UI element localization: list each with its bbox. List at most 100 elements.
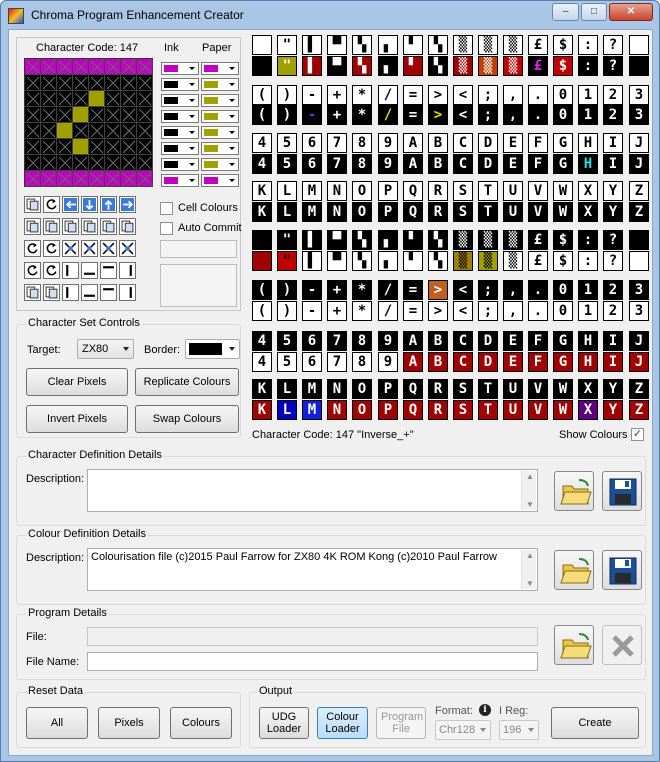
paper-colour-select[interactable] [201, 110, 239, 123]
pixel-cell[interactable] [121, 171, 137, 187]
charset-cell[interactable]: T [478, 181, 498, 201]
charset-cell[interactable]: 0 [553, 85, 573, 105]
charset-cell[interactable] [252, 230, 272, 250]
create-button[interactable]: Create [551, 707, 639, 739]
line-right-icon[interactable] [119, 284, 136, 301]
charset-cell[interactable]: ▖ [378, 230, 398, 250]
charset-cell[interactable]: : [578, 35, 598, 55]
charset-cell[interactable]: ▚ [428, 35, 448, 55]
charset-cell[interactable]: = [403, 105, 423, 125]
charset-cell[interactable]: L [277, 400, 297, 420]
pixel-cell[interactable] [121, 75, 137, 91]
charset-cell[interactable]: ▒ [453, 251, 473, 271]
charset-cell[interactable]: 1 [578, 280, 598, 300]
redo-icon[interactable] [43, 262, 60, 279]
charset-cell[interactable]: : [578, 56, 598, 76]
pixel-cell[interactable] [137, 139, 153, 155]
charset-cell[interactable]: H [578, 331, 598, 351]
charset-cell[interactable]: * [352, 85, 372, 105]
pixel-cell[interactable] [57, 155, 73, 171]
charset-cell[interactable]: ▌ [302, 230, 322, 250]
save-icon[interactable] [602, 550, 642, 590]
charset-cell[interactable]: ▚ [428, 56, 448, 76]
charset-cell[interactable]: ▚ [352, 56, 372, 76]
charset-cell[interactable]: ▒ [453, 56, 473, 76]
colour-desc-scrollbar[interactable]: ▲ ▼ [521, 550, 536, 589]
charset-cell[interactable]: P [378, 202, 398, 222]
charset-cell[interactable]: ▚ [352, 230, 372, 250]
charset-cell[interactable]: 2 [603, 301, 623, 321]
charset-cell[interactable]: ▒ [478, 56, 498, 76]
charset-cell[interactable]: 8 [352, 154, 372, 174]
shift-down-right-icon[interactable] [81, 218, 98, 235]
save-icon[interactable] [24, 196, 41, 213]
charset-cell[interactable]: < [453, 280, 473, 300]
minimize-button[interactable]: – [552, 3, 579, 21]
pixel-cell[interactable] [105, 59, 121, 75]
charset-cell[interactable]: S [453, 181, 473, 201]
charset-cell[interactable]: 9 [378, 133, 398, 153]
close-button[interactable]: ✕ [609, 3, 653, 21]
charset-cell[interactable]: Z [629, 379, 649, 399]
charset-cell[interactable]: ) [277, 301, 297, 321]
diagonal-flip-icon[interactable] [100, 240, 117, 257]
charset-cell[interactable]: 5 [277, 133, 297, 153]
charset-cell[interactable]: M [302, 379, 322, 399]
pixel-cell[interactable] [89, 91, 105, 107]
charset-cell[interactable]: " [277, 251, 297, 271]
charset-cell[interactable]: ▒ [453, 230, 473, 250]
charset-cell[interactable]: Z [629, 202, 649, 222]
charset-cell[interactable]: 8 [352, 133, 372, 153]
copy-icon[interactable] [24, 218, 41, 235]
charset-cell[interactable]: £ [528, 251, 548, 271]
charset-cell[interactable]: U [503, 181, 523, 201]
pixel-cell[interactable] [137, 155, 153, 171]
charset-cell[interactable]: 9 [378, 352, 398, 372]
charset-cell[interactable] [252, 35, 272, 55]
charset-cell[interactable]: V [528, 202, 548, 222]
pixel-cell[interactable] [137, 59, 153, 75]
pixel-cell[interactable] [89, 155, 105, 171]
pixel-cell[interactable] [57, 59, 73, 75]
charset-cell[interactable]: : [578, 251, 598, 271]
charset-cell[interactable]: D [478, 331, 498, 351]
charset-cell[interactable]: R [428, 379, 448, 399]
pixel-cell[interactable] [137, 107, 153, 123]
charset-cell[interactable]: ▚ [352, 251, 372, 271]
charset-cell[interactable]: G [553, 133, 573, 153]
charset-cell[interactable]: , [503, 301, 523, 321]
charset-cell[interactable]: X [578, 202, 598, 222]
charset-cell[interactable]: ▀ [327, 230, 347, 250]
charset-cell[interactable]: F [528, 154, 548, 174]
char-desc-scrollbar[interactable]: ▲ ▼ [521, 471, 536, 510]
charset-cell[interactable]: F [528, 331, 548, 351]
pixel-cell[interactable] [73, 91, 89, 107]
charset-cell[interactable]: O [352, 400, 372, 420]
charset-cell[interactable]: ▀ [327, 35, 347, 55]
charset-cell[interactable]: . [528, 85, 548, 105]
charset-cell[interactable]: Q [403, 202, 423, 222]
charset-cell[interactable]: ( [252, 85, 272, 105]
charset-cell[interactable]: M [302, 202, 322, 222]
charset-cell[interactable]: > [428, 105, 448, 125]
border-select[interactable] [185, 339, 240, 359]
pixel-cell[interactable] [73, 123, 89, 139]
refresh-icon[interactable] [43, 196, 60, 213]
charset-cell[interactable]: K [252, 379, 272, 399]
reset-colours-button[interactable]: Colours [170, 707, 232, 739]
charset-cell[interactable]: ; [478, 85, 498, 105]
charset-cell[interactable]: 7 [327, 133, 347, 153]
maximize-button[interactable]: □ [581, 3, 607, 21]
colour-loader-button[interactable]: Colour Loader [317, 707, 368, 739]
charset-cell[interactable]: D [478, 154, 498, 174]
charset-cell[interactable]: Y [603, 181, 623, 201]
charset-cell[interactable]: , [503, 85, 523, 105]
charset-cell[interactable] [629, 56, 649, 76]
pixel-cell[interactable] [105, 123, 121, 139]
charset-cell[interactable]: S [453, 379, 473, 399]
charset-cell[interactable]: L [277, 379, 297, 399]
pixel-cell[interactable] [41, 123, 57, 139]
charset-cell[interactable]: ▘ [403, 230, 423, 250]
target-select[interactable]: ZX80 [77, 339, 134, 359]
charset-cell[interactable]: W [553, 181, 573, 201]
